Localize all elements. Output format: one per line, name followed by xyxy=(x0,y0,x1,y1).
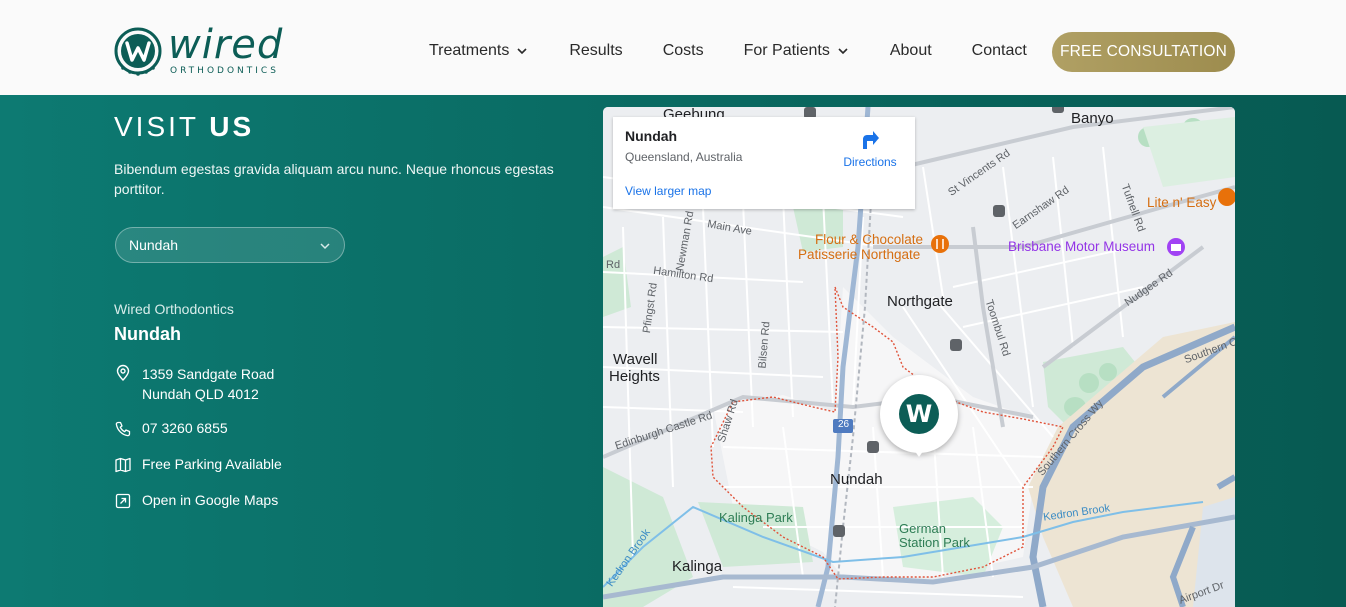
map-label-rd-left: Rd xyxy=(606,259,621,271)
map-label-kalinga-park: Kalinga Park xyxy=(719,510,793,525)
phone-link[interactable]: 07 3260 6855 xyxy=(142,420,228,436)
logo[interactable]: wired ORTHODONTICS xyxy=(114,22,284,79)
marker-logo: W xyxy=(899,394,939,434)
map-card-subtitle: Queensland, Australia xyxy=(625,150,743,164)
map-label-northgate: Northgate xyxy=(887,293,953,310)
address-line-2: Nundah QLD 4012 xyxy=(142,386,259,402)
logo-wordmark: wired xyxy=(168,22,284,68)
directions-icon xyxy=(863,131,879,149)
phone-icon xyxy=(115,421,131,437)
parking-row: Free Parking Available xyxy=(114,456,282,474)
nav-contact[interactable]: Contact xyxy=(972,42,1027,60)
phone-row: 07 3260 6855 xyxy=(114,420,228,438)
map-label-german-2: Station Park xyxy=(899,535,970,550)
open-google-maps-link[interactable]: Open in Google Maps xyxy=(142,492,278,508)
main-nav: Treatments Results Costs For Patients Ab… xyxy=(429,42,1027,60)
map-label-motor-museum: Brisbane Motor Museum xyxy=(1008,239,1156,254)
chevron-down-icon xyxy=(320,243,330,250)
free-consultation-button[interactable]: FREE CONSULTATION xyxy=(1052,32,1235,72)
map-label-wavell-1: Wavell xyxy=(613,351,658,368)
nav-treatments[interactable]: Treatments xyxy=(429,42,528,60)
map-label-banyo: Banyo xyxy=(1071,110,1114,127)
view-larger-map-link[interactable]: View larger map xyxy=(625,184,711,198)
map-card-title: Nundah xyxy=(625,128,678,144)
address-line-1: 1359 Sandgate Road xyxy=(142,366,275,382)
map-info-card: Nundah Queensland, Australia View larger… xyxy=(613,117,915,209)
brand-label: Wired Orthodontics xyxy=(114,301,234,317)
map-label-nundah: Nundah xyxy=(830,471,883,488)
logo-tagline: ORTHODONTICS xyxy=(170,66,279,76)
parking-text: Free Parking Available xyxy=(142,456,282,472)
visit-us-section: VISIT US Bibendum egestas gravida aliqua… xyxy=(0,95,1346,607)
map-label-flour-1: Flour & Chocolate xyxy=(815,232,924,247)
map-label-kalinga: Kalinga xyxy=(672,558,723,575)
nav-costs[interactable]: Costs xyxy=(663,42,704,60)
nav-for-patients[interactable]: For Patients xyxy=(744,42,849,60)
section-lead: Bibendum egestas gravida aliquam arcu nu… xyxy=(114,161,554,197)
map-marker[interactable]: W xyxy=(880,375,958,457)
chevron-down-icon xyxy=(838,48,848,55)
map-icon xyxy=(115,457,131,473)
google-maps-row: Open in Google Maps xyxy=(114,492,278,510)
location-select[interactable]: Nundah xyxy=(115,227,345,263)
nav-results[interactable]: Results xyxy=(569,42,622,60)
logo-mark-icon xyxy=(114,27,164,77)
nav-about[interactable]: About xyxy=(890,42,932,60)
location-pin-icon xyxy=(116,364,130,381)
site-header: wired ORTHODONTICS Treatments Results Co… xyxy=(0,0,1346,95)
map-embed[interactable]: Geebung Banyo St Vincents Rd Earnshaw Rd… xyxy=(603,107,1235,607)
directions-button[interactable]: Directions xyxy=(835,129,905,169)
address-row: 1359 Sandgate Road Nundah QLD 4012 xyxy=(114,364,274,404)
map-label-lite-n-easy: Lite n' Easy xyxy=(1147,195,1217,210)
location-name: Nundah xyxy=(114,324,181,344)
section-title: VISIT US xyxy=(114,111,255,142)
map-label-german-1: German xyxy=(899,521,946,536)
chevron-down-icon xyxy=(517,48,527,55)
map-label-flour-2: Patisserie Northgate xyxy=(798,247,921,262)
map-route-26: 26 xyxy=(838,419,850,430)
external-link-icon xyxy=(115,493,131,509)
map-label-wavell-2: Heights xyxy=(609,368,660,385)
